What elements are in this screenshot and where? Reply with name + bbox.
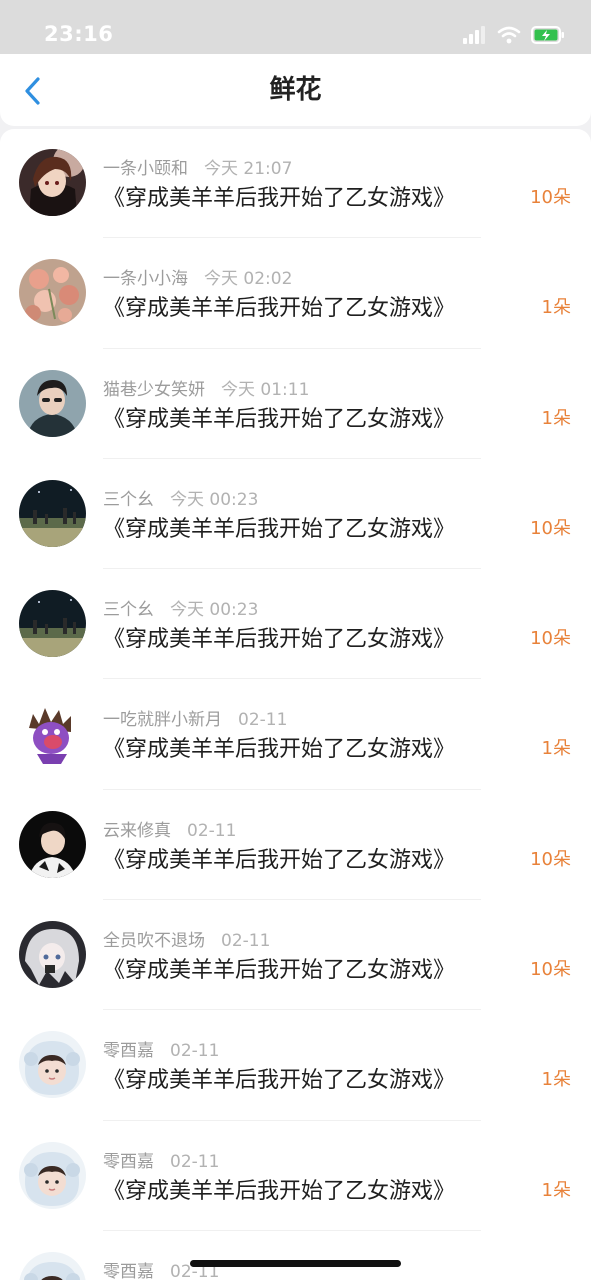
avatar[interactable] xyxy=(19,700,86,768)
username[interactable]: 一条小颐和 xyxy=(103,159,188,179)
timestamp: 今天 01:11 xyxy=(221,379,310,400)
avatar[interactable] xyxy=(19,590,86,658)
timestamp: 02-11 xyxy=(170,1041,220,1062)
list-item[interactable]: 零酉嘉 02-11 《穿成美羊羊后我开始了乙女游戏》 1朵 xyxy=(0,1010,591,1121)
flower-count: 1朵 xyxy=(541,738,571,760)
username[interactable]: 零酉嘉 xyxy=(103,1262,154,1280)
flower-count: 1朵 xyxy=(541,1179,571,1201)
avatar[interactable] xyxy=(19,810,86,878)
username[interactable]: 零酉嘉 xyxy=(103,1041,154,1061)
flower-count: 10朵 xyxy=(530,187,571,208)
avatar[interactable] xyxy=(19,369,86,437)
flower-count: 1朵 xyxy=(541,1069,571,1091)
list-item[interactable]: 零酉嘉 02-11 xyxy=(0,1231,591,1280)
flower-count: 10朵 xyxy=(530,517,571,539)
list-item[interactable]: 零酉嘉 02-11 《穿成美羊羊后我开始了乙女游戏》 1朵 xyxy=(0,1121,591,1231)
list-item[interactable]: 云来修真 02-11 《穿成美羊羊后我开始了乙女游戏》 10朵 xyxy=(0,790,591,901)
book-title[interactable]: 《穿成美羊羊后我开始了乙女游戏》 xyxy=(103,731,455,763)
meta-line: 三个幺 今天 00:23 xyxy=(103,595,258,620)
book-title[interactable]: 《穿成美羊羊后我开始了乙女游戏》 xyxy=(103,621,455,653)
meta-line: 零酉嘉 02-11 xyxy=(103,1036,219,1061)
timestamp: 今天 00:23 xyxy=(170,600,259,621)
timestamp: 02-11 xyxy=(221,931,271,952)
page-title: 鲜花 xyxy=(269,75,322,105)
flower-count: 10朵 xyxy=(530,628,571,650)
avatar[interactable] xyxy=(19,1031,86,1099)
flower-count: 10朵 xyxy=(530,959,571,981)
list-item[interactable]: 一吃就胖小新月 02-11 《穿成美羊羊后我开始了乙女游戏》 1朵 xyxy=(0,679,591,790)
battery-charging-icon xyxy=(531,26,564,44)
username[interactable]: 猫巷少女笑妍 xyxy=(103,380,205,400)
wifi-icon xyxy=(497,26,521,44)
book-title[interactable]: 《穿成美羊羊后我开始了乙女游戏》 xyxy=(103,1173,455,1205)
list-item[interactable]: 全员吹不退场 02-11 《穿成美羊羊后我开始了乙女游戏》 10朵 xyxy=(0,900,591,1011)
meta-line: 云来修真 02-11 xyxy=(103,816,236,841)
list-item[interactable]: 一条小小海 今天 02:02 《穿成美羊羊后我开始了乙女游戏》 1朵 xyxy=(0,238,591,349)
status-icons xyxy=(463,26,565,44)
avatar[interactable] xyxy=(19,149,86,216)
flower-count: 10朵 xyxy=(530,848,571,870)
timestamp: 02-11 xyxy=(238,710,288,731)
meta-line: 一吃就胖小新月 02-11 xyxy=(103,705,287,730)
meta-line: 三个幺 今天 00:23 xyxy=(103,485,258,510)
avatar[interactable] xyxy=(19,921,86,989)
list-item[interactable]: 三个幺 今天 00:23 《穿成美羊羊后我开始了乙女游戏》 10朵 xyxy=(0,569,591,680)
book-title[interactable]: 《穿成美羊羊后我开始了乙女游戏》 xyxy=(103,952,455,984)
book-title[interactable]: 《穿成美羊羊后我开始了乙女游戏》 xyxy=(103,401,455,433)
meta-line: 猫巷少女笑妍 今天 01:11 xyxy=(103,375,309,400)
flower-count: 1朵 xyxy=(541,297,571,319)
book-title[interactable]: 《穿成美羊羊后我开始了乙女游戏》 xyxy=(103,290,455,322)
back-button[interactable] xyxy=(16,74,50,108)
book-title[interactable]: 《穿成美羊羊后我开始了乙女游戏》 xyxy=(103,180,455,212)
avatar[interactable] xyxy=(19,259,86,327)
timestamp: 今天 00:23 xyxy=(170,489,259,510)
flower-count: 1朵 xyxy=(541,407,571,429)
timestamp: 02-11 xyxy=(187,820,237,841)
book-title[interactable]: 《穿成美羊羊后我开始了乙女游戏》 xyxy=(103,842,455,874)
username[interactable]: 一条小小海 xyxy=(103,269,188,289)
avatar[interactable] xyxy=(19,479,86,547)
username[interactable]: 三个幺 xyxy=(103,600,154,620)
meta-line: 全员吹不退场 02-11 xyxy=(103,926,270,951)
flower-record-list: 一条小颐和 今天 21:07 《穿成美羊羊后我开始了乙女游戏》 10朵 一条小小海 今天… xyxy=(0,129,591,1280)
chevron-left-icon xyxy=(25,77,40,105)
timestamp: 今天 21:07 xyxy=(204,159,293,179)
username[interactable]: 一吃就胖小新月 xyxy=(103,710,222,730)
status-bar: 23:16 xyxy=(0,0,591,54)
signal-icon xyxy=(463,26,485,44)
username[interactable]: 全员吹不退场 xyxy=(103,931,205,951)
timestamp: 今天 02:02 xyxy=(204,269,293,290)
list-item[interactable]: 猫巷少女笑妍 今天 01:11 《穿成美羊羊后我开始了乙女游戏》 1朵 xyxy=(0,349,591,459)
list-item[interactable]: 三个幺 今天 00:23 《穿成美羊羊后我开始了乙女游戏》 10朵 xyxy=(0,459,591,570)
book-title[interactable]: 《穿成美羊羊后我开始了乙女游戏》 xyxy=(103,511,455,543)
meta-line: 一条小小海 今天 02:02 xyxy=(103,264,292,289)
meta-line: 零酉嘉 02-11 xyxy=(103,1147,219,1172)
username[interactable]: 云来修真 xyxy=(103,821,171,841)
timestamp: 02-11 xyxy=(170,1151,220,1172)
username[interactable]: 三个幺 xyxy=(103,490,154,510)
nav-header: 鲜花 xyxy=(0,54,591,126)
avatar[interactable] xyxy=(19,1251,86,1280)
home-indicator xyxy=(190,1260,401,1267)
meta-line: 一条小颐和 今天 21:07 xyxy=(103,154,292,179)
avatar[interactable] xyxy=(19,1141,86,1209)
list-item[interactable]: 一条小颐和 今天 21:07 《穿成美羊羊后我开始了乙女游戏》 10朵 xyxy=(0,129,591,239)
username[interactable]: 零酉嘉 xyxy=(103,1152,154,1172)
book-title[interactable]: 《穿成美羊羊后我开始了乙女游戏》 xyxy=(103,1062,455,1094)
status-time: 23:16 xyxy=(44,22,114,46)
